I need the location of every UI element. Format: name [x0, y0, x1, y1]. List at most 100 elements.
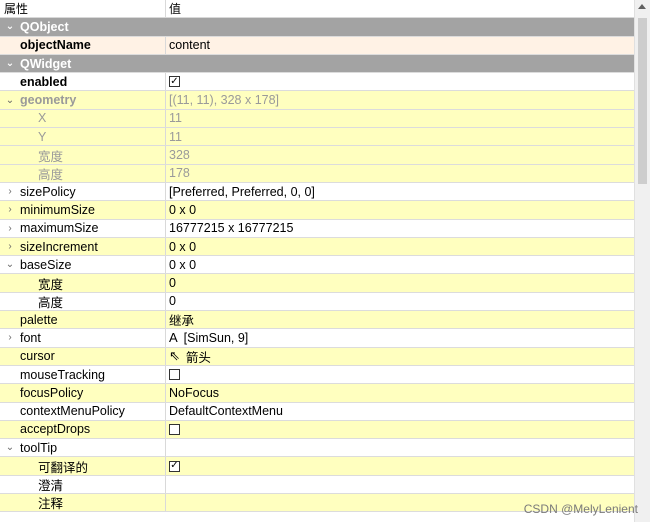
- property-row[interactable]: X 11: [0, 109, 634, 129]
- property-name-cell[interactable]: 澄清: [0, 475, 166, 494]
- property-value-cell[interactable]: 0: [167, 293, 634, 310]
- property-value-cell[interactable]: 0 x 0: [167, 238, 634, 255]
- property-name-cell[interactable]: acceptDrops: [0, 420, 166, 439]
- property-row[interactable]: enabled ✓: [0, 73, 634, 92]
- property-row[interactable]: 宽度 0: [0, 274, 634, 293]
- expand-arrow-icon[interactable]: ›: [4, 241, 16, 252]
- property-name-cell[interactable]: X: [0, 109, 166, 128]
- property-name-cell[interactable]: › maximumSize: [0, 219, 166, 237]
- property-row[interactable]: › minimumSize 0 x 0: [0, 201, 634, 220]
- property-value-cell[interactable]: 178: [167, 165, 634, 182]
- header-property[interactable]: 属性: [0, 0, 166, 18]
- property-value-cell[interactable]: 11: [167, 128, 634, 145]
- property-value-cell[interactable]: A [SimSun, 9]: [167, 329, 634, 346]
- property-name: contextMenuPolicy: [20, 404, 125, 419]
- property-row[interactable]: 高度 0: [0, 292, 634, 312]
- property-row[interactable]: ⌄ baseSize 0 x 0: [0, 256, 634, 275]
- property-name-cell[interactable]: cursor: [0, 347, 166, 365]
- property-name-cell[interactable]: 注释: [0, 494, 166, 512]
- collapse-arrow-icon[interactable]: ⌄: [4, 58, 16, 69]
- collapse-arrow-icon[interactable]: ⌄: [4, 21, 16, 32]
- property-row[interactable]: 可翻译的 ✓: [0, 457, 634, 476]
- property-value-cell[interactable]: [167, 366, 634, 383]
- property-row[interactable]: acceptDrops: [0, 420, 634, 440]
- property-value-cell[interactable]: [Preferred, Preferred, 0, 0]: [167, 183, 634, 200]
- property-row[interactable]: objectName content: [0, 36, 634, 55]
- property-value-cell[interactable]: NoFocus: [167, 384, 634, 401]
- property-value-cell[interactable]: ✓: [167, 457, 634, 474]
- property-value-cell[interactable]: 0: [167, 274, 634, 291]
- property-name-cell[interactable]: Y: [0, 128, 166, 146]
- property-name-cell[interactable]: › minimumSize: [0, 201, 166, 219]
- expand-arrow-icon[interactable]: ›: [4, 204, 16, 215]
- property-row[interactable]: focusPolicy NoFocus: [0, 384, 634, 403]
- property-value-cell[interactable]: [(11, 11), 328 x 178]: [167, 91, 634, 108]
- property-name-cell[interactable]: focusPolicy: [0, 384, 166, 402]
- property-name-cell[interactable]: enabled: [0, 73, 166, 91]
- property-row[interactable]: contextMenuPolicy DefaultContextMenu: [0, 402, 634, 421]
- collapse-arrow-icon[interactable]: ⌄: [4, 442, 16, 453]
- property-value-cell[interactable]: 0 x 0: [167, 201, 634, 218]
- property-name-cell[interactable]: ⌄ baseSize: [0, 256, 166, 274]
- property-name: 可翻译的: [38, 460, 89, 475]
- property-name-cell[interactable]: ⌄ QObject: [0, 18, 634, 35]
- property-name-cell[interactable]: › sizeIncrement: [0, 237, 166, 256]
- property-value-cell[interactable]: ✓: [167, 73, 634, 90]
- expand-arrow-icon[interactable]: ›: [4, 186, 16, 197]
- property-row[interactable]: › sizeIncrement 0 x 0: [0, 237, 634, 257]
- property-name-cell[interactable]: objectName: [0, 36, 166, 54]
- property-row[interactable]: Y 11: [0, 128, 634, 147]
- property-row[interactable]: › sizePolicy [Preferred, Preferred, 0, 0]: [0, 182, 634, 202]
- property-row[interactable]: › font A [SimSun, 9]: [0, 329, 634, 348]
- property-value-cell[interactable]: 继承: [167, 311, 634, 328]
- category-row[interactable]: ⌄ QObject: [0, 18, 634, 37]
- property-name-cell[interactable]: 高度: [0, 292, 166, 311]
- unchecked-checkbox[interactable]: [169, 369, 180, 381]
- property-row[interactable]: ⌄ toolTip: [0, 439, 634, 458]
- property-row[interactable]: mouseTracking: [0, 365, 634, 385]
- property-name-cell[interactable]: mouseTracking: [0, 365, 166, 384]
- property-row[interactable]: 宽度 328: [0, 146, 634, 165]
- property-name-cell[interactable]: 宽度: [0, 146, 166, 164]
- property-name-cell[interactable]: › sizePolicy: [0, 182, 166, 201]
- property-value-cell[interactable]: 16777215 x 16777215: [167, 220, 634, 237]
- property-row[interactable]: palette 继承: [0, 311, 634, 330]
- checked-checkbox[interactable]: ✓: [169, 76, 180, 88]
- font-icon: A: [169, 330, 178, 346]
- property-name-cell[interactable]: palette: [0, 311, 166, 329]
- property-name-cell[interactable]: contextMenuPolicy: [0, 402, 166, 420]
- property-value-cell[interactable]: [167, 476, 634, 493]
- header-value[interactable]: 值: [167, 0, 634, 17]
- property-value-cell[interactable]: ⇖ 箭头: [167, 348, 634, 365]
- property-name-cell[interactable]: 高度: [0, 164, 166, 182]
- vertical-scrollbar[interactable]: [634, 0, 650, 522]
- property-row[interactable]: 高度 178: [0, 164, 634, 183]
- property-name-cell[interactable]: › font: [0, 329, 166, 347]
- expand-arrow-icon[interactable]: ›: [4, 223, 16, 234]
- property-name-cell[interactable]: ⌄ geometry: [0, 91, 166, 109]
- category-row[interactable]: ⌄ QWidget: [0, 54, 634, 74]
- scroll-up-arrow-icon[interactable]: [638, 4, 646, 9]
- property-name-cell[interactable]: ⌄ QWidget: [0, 55, 634, 72]
- property-value-cell[interactable]: [167, 439, 634, 456]
- property-name: geometry: [20, 93, 77, 108]
- collapse-arrow-icon[interactable]: ⌄: [4, 259, 16, 270]
- collapse-arrow-icon[interactable]: ⌄: [4, 95, 16, 106]
- property-row[interactable]: 澄清: [0, 475, 634, 495]
- property-value-cell[interactable]: DefaultContextMenu: [167, 403, 634, 420]
- checked-checkbox[interactable]: ✓: [169, 460, 180, 472]
- property-value-cell[interactable]: 328: [167, 146, 634, 163]
- property-value-cell[interactable]: [167, 421, 634, 438]
- property-name-cell[interactable]: 宽度: [0, 274, 166, 292]
- property-row[interactable]: › maximumSize 16777215 x 16777215: [0, 219, 634, 238]
- expand-arrow-icon[interactable]: ›: [4, 332, 16, 343]
- property-name-cell[interactable]: 可翻译的: [0, 457, 166, 475]
- scrollbar-thumb[interactable]: [638, 18, 647, 184]
- property-value-cell[interactable]: 0 x 0: [167, 256, 634, 273]
- property-row[interactable]: cursor ⇖ 箭头: [0, 347, 634, 366]
- unchecked-checkbox[interactable]: [169, 423, 180, 435]
- property-value-cell[interactable]: content: [167, 37, 634, 54]
- property-name-cell[interactable]: ⌄ toolTip: [0, 439, 166, 457]
- property-value-cell[interactable]: 11: [167, 110, 634, 127]
- property-row[interactable]: ⌄ geometry [(11, 11), 328 x 178]: [0, 91, 634, 110]
